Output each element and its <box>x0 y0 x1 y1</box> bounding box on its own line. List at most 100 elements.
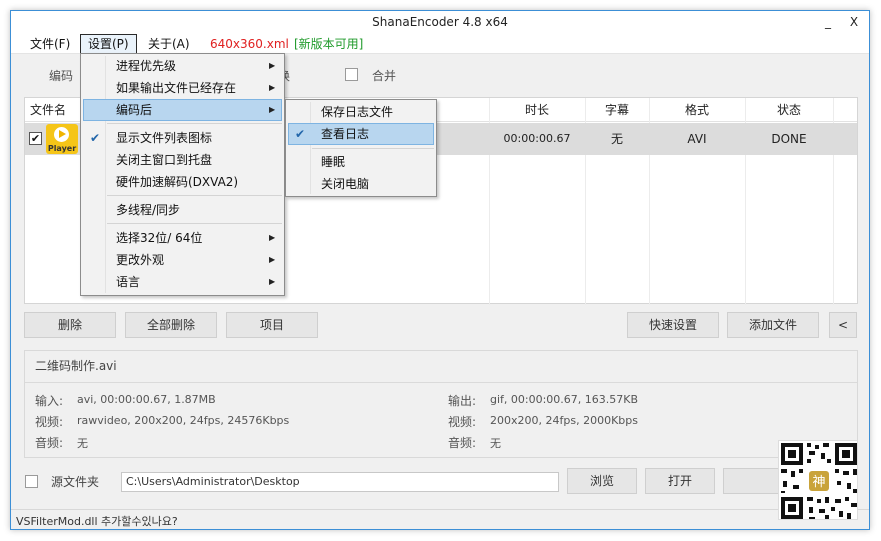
video-out-value: 200x200, 24fps, 2000Kbps <box>490 414 638 427</box>
menu-item-label: 硬件加速解码(DXVA2) <box>116 175 239 189</box>
menu-item-label: 如果输出文件已经存在 <box>116 81 237 95</box>
submenu-arrow-icon: ▶ <box>269 61 276 70</box>
info-filename: 二维码制作.avi <box>35 359 117 373</box>
merge-label: 合并 <box>372 69 397 83</box>
after-encode-submenu: 保存日志文件 ✔ 查看日志 睡眠 关闭电脑 <box>285 99 437 197</box>
menu-separator <box>107 223 282 224</box>
status-bar: VSFilterMod.dll 추가할수있나요? <box>11 509 869 529</box>
audio-in-label: 音频: <box>35 436 64 450</box>
menu-item-after-encode[interactable]: 编码后 ▶ <box>83 99 282 121</box>
menu-item-label: 关闭主窗口到托盘 <box>116 153 213 167</box>
row-checkbox[interactable]: ✔ <box>29 132 42 145</box>
output-label: 输出: <box>448 394 477 408</box>
menu-item-label: 进程优先级 <box>116 59 177 73</box>
menu-item-label: 查看日志 <box>321 127 370 141</box>
menu-file[interactable]: 文件(F) <box>23 34 77 54</box>
row-duration: 00:00:00.67 <box>503 132 571 145</box>
submenu-arrow-icon: ▶ <box>269 277 276 286</box>
menu-item-hw-decode[interactable]: 硬件加速解码(DXVA2) <box>83 171 282 193</box>
merge-checkbox[interactable] <box>345 68 358 81</box>
menu-separator <box>107 195 282 196</box>
menu-bar: 文件(F) 设置(P) 关于(A) 640x360.xml [新版本可用] <box>11 34 869 54</box>
menu-item-label: 关闭电脑 <box>321 177 370 191</box>
player-icon-label: Player <box>47 144 77 153</box>
play-icon <box>54 127 69 142</box>
menu-preset-file[interactable]: 640x360.xml <box>203 34 296 54</box>
menu-item-process-priority[interactable]: 进程优先级 ▶ <box>83 55 282 77</box>
item-button[interactable]: 项目 <box>226 312 318 338</box>
menu-settings[interactable]: 设置(P) <box>80 34 137 54</box>
column-subtitle[interactable]: 字幕 <box>585 98 649 122</box>
row-format: AVI <box>687 132 707 146</box>
qr-code-watermark: 神 <box>778 440 858 520</box>
row-status: DONE <box>771 132 807 146</box>
status-text: VSFilterMod.dll 추가할수있나요? <box>16 515 178 528</box>
qr-code-icon: 神 <box>781 443 857 519</box>
menu-item-label: 显示文件列表图标 <box>116 131 213 145</box>
menu-separator <box>107 123 282 124</box>
app-window: ShanaEncoder 4.8 x64 _ X 文件(F) 设置(P) 关于(… <box>10 10 870 530</box>
menu-new-version[interactable]: [新版本可用] <box>287 34 370 54</box>
minimize-button[interactable]: _ <box>815 13 841 31</box>
source-path-input[interactable]: C:\Users\Administrator\Desktop <box>121 472 559 492</box>
delete-button[interactable]: 删除 <box>24 312 116 338</box>
quick-settings-button[interactable]: 快速设置 <box>627 312 719 338</box>
open-button[interactable]: 打开 <box>645 468 715 494</box>
menu-item-label: 更改外观 <box>116 253 165 267</box>
title-bar[interactable]: ShanaEncoder 4.8 x64 _ X <box>11 11 869 34</box>
output-value: gif, 00:00:00.67, 163.57KB <box>490 393 639 406</box>
input-value: avi, 00:00:00.67, 1.87MB <box>77 393 216 406</box>
add-file-button[interactable]: 添加文件 <box>727 312 819 338</box>
checkmark-icon: ✔ <box>90 131 101 145</box>
row-subtitle: 无 <box>610 132 623 146</box>
player-file-icon: Player <box>46 124 78 154</box>
close-button[interactable]: X <box>841 13 867 31</box>
column-status[interactable]: 状态 <box>745 98 833 122</box>
menu-item-save-log[interactable]: 保存日志文件 <box>288 101 434 123</box>
column-filename[interactable]: 文件名 <box>25 98 85 122</box>
file-info-panel: 二维码制作.avi 输入: avi, 00:00:00.67, 1.87MB 视… <box>24 350 858 458</box>
menu-item-label: 保存日志文件 <box>321 105 394 119</box>
menu-item-label: 编码后 <box>116 103 153 117</box>
menu-item-label: 睡眠 <box>321 155 346 169</box>
audio-out-label: 音频: <box>448 436 477 450</box>
submenu-arrow-icon: ▶ <box>269 233 276 242</box>
qr-center-glyph: 神 <box>812 475 825 490</box>
menu-item-sleep[interactable]: 睡眠 <box>288 151 434 173</box>
collapse-button[interactable]: < <box>829 312 857 338</box>
source-folder-checkbox[interactable] <box>25 475 38 488</box>
menu-item-appearance[interactable]: 更改外观 ▶ <box>83 249 282 271</box>
video-in-label: 视频: <box>35 415 64 429</box>
source-folder-label: 源文件夹 <box>51 475 100 489</box>
video-out-label: 视频: <box>448 415 477 429</box>
menu-item-label: 语言 <box>116 275 141 289</box>
audio-in-value: 无 <box>77 437 88 450</box>
menu-item-shutdown[interactable]: 关闭电脑 <box>288 173 434 195</box>
submenu-arrow-icon: ▶ <box>269 105 276 114</box>
video-in-value: rawvideo, 200x200, 24fps, 24576Kbps <box>77 414 290 427</box>
start-button[interactable] <box>723 468 779 494</box>
menu-item-view-log[interactable]: ✔ 查看日志 <box>288 123 434 145</box>
menu-item-bitness[interactable]: 选择32位/ 64位 ▶ <box>83 227 282 249</box>
menu-item-multithread[interactable]: 多线程/同步 <box>83 199 282 221</box>
input-label: 输入: <box>35 394 64 408</box>
settings-menu: 进程优先级 ▶ 如果输出文件已经存在 ▶ 编码后 ▶ ✔ 显示文件列表图标 关闭… <box>80 53 285 296</box>
delete-all-button[interactable]: 全部删除 <box>125 312 217 338</box>
menu-item-language[interactable]: 语言 ▶ <box>83 271 282 293</box>
menu-item-close-to-tray[interactable]: 关闭主窗口到托盘 <box>83 149 282 171</box>
menu-about[interactable]: 关于(A) <box>141 34 197 54</box>
menu-item-label: 选择32位/ 64位 <box>116 231 203 245</box>
browse-button[interactable]: 浏览 <box>567 468 637 494</box>
submenu-arrow-icon: ▶ <box>269 255 276 264</box>
info-divider <box>25 382 857 383</box>
submenu-arrow-icon: ▶ <box>269 83 276 92</box>
column-duration[interactable]: 时长 <box>489 98 585 122</box>
menu-item-show-file-icons[interactable]: ✔ 显示文件列表图标 <box>83 127 282 149</box>
window-title: ShanaEncoder 4.8 x64 <box>372 15 508 29</box>
encoder-label: 编码 <box>49 69 74 83</box>
menu-item-output-exists[interactable]: 如果输出文件已经存在 ▶ <box>83 77 282 99</box>
column-format[interactable]: 格式 <box>649 98 745 122</box>
menu-separator <box>312 148 434 149</box>
menu-item-label: 多线程/同步 <box>116 203 181 217</box>
checkmark-icon: ✔ <box>295 127 306 141</box>
